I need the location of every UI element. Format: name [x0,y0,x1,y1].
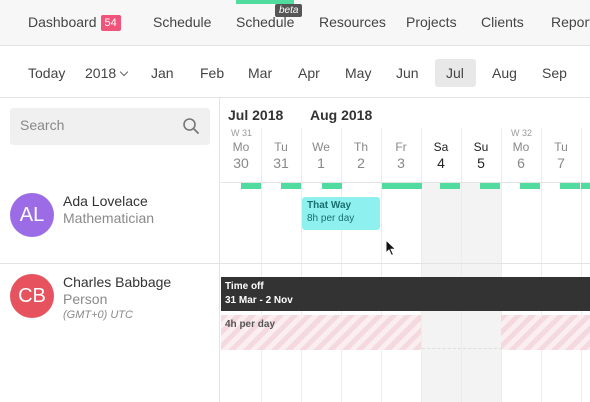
day-name: Tu [554,140,568,154]
day-name: Fr [395,140,407,154]
task-title: That Way [307,200,352,211]
day-divider [581,128,582,402]
person-timezone: (GMT+0) UTC [63,309,133,321]
nav-schedule[interactable]: Schedule [153,14,211,30]
people-panel: AL Ada Lovelace Mathematician CB Charles… [0,98,220,402]
month-sep[interactable]: Sep [542,65,567,81]
mouse-pointer-icon [385,239,397,257]
day-name: Tu [274,140,288,154]
week-number: W 32 [511,128,533,138]
row-separator [0,263,590,264]
week-number: W 31 [231,128,253,138]
day-number: 1 [317,155,325,171]
availability-bar [581,183,590,189]
day-name: Sa [433,140,449,154]
weekend-dashed-line [422,348,502,349]
dashboard-count-badge: 54 [100,15,121,31]
person-role: Person [63,291,108,307]
nav-dashboard[interactable]: Dashboard 54 [28,14,121,31]
day-header[interactable]: W 31 Mo 30 [221,128,261,171]
nav-resources[interactable]: Resources [319,14,386,30]
day-number: 6 [517,155,525,171]
day-name: We [312,140,330,154]
time-off-range: 31 Mar - 2 Nov [225,295,293,306]
month-feb[interactable]: Feb [200,65,224,81]
person-role: Mathematician [63,210,155,226]
availability-bar [440,183,460,189]
person-name: Charles Babbage [63,274,172,290]
day-number: 30 [233,155,249,171]
avatar: CB [10,274,54,318]
month-may[interactable]: May [345,65,371,81]
day-header[interactable]: We 1 [301,128,341,171]
month-aug[interactable]: Aug [492,65,517,81]
month-label-aug: Aug 2018 [310,107,373,123]
nav-reports[interactable]: Reports [551,14,590,30]
day-name: Mo [512,140,530,154]
today-button[interactable]: Today [28,65,65,81]
schedule-calendar[interactable]: Jul 2018 Aug 2018 W 31 Mo 30 Tu 31 We 1 … [221,98,590,402]
day-header[interactable]: W 32 Mo 6 [501,128,541,171]
chevron-down-icon [119,67,129,77]
month-apr[interactable]: Apr [298,65,320,81]
month-jun[interactable]: Jun [396,65,419,81]
avatar: AL [10,193,54,237]
search-box[interactable] [10,108,210,145]
month-label-jul: Jul 2018 [228,107,284,123]
capacity-hatch [501,315,590,350]
person-name: Ada Lovelace [63,193,148,209]
availability-bar [281,183,301,189]
availability-bar [480,183,500,189]
day-name: Th [353,140,368,154]
day-number: 31 [273,155,289,171]
nav-dashboard-label: Dashboard [28,14,97,30]
month-jul[interactable]: Jul [446,65,464,81]
day-header[interactable]: Sa 4 [421,128,461,171]
task-hours: 8h per day [307,213,355,224]
top-navigation: Dashboard 54 Schedule Schedule beta Resou… [0,0,590,46]
day-number: 5 [477,155,485,171]
day-header[interactable]: Th 2 [341,128,381,171]
day-number: 7 [557,155,565,171]
nav-projects[interactable]: Projects [406,14,457,30]
search-input[interactable] [20,117,170,133]
year-dropdown[interactable]: 2018 [85,65,129,81]
search-icon[interactable] [182,117,200,135]
month-jan[interactable]: Jan [151,65,174,81]
day-header[interactable]: Tu 7 [541,128,581,171]
availability-bar [241,183,261,189]
beta-badge: beta [275,4,303,17]
year-label: 2018 [85,65,117,81]
availability-bar [322,183,342,189]
capacity-label: 4h per day [225,319,276,330]
availability-bar [560,183,580,189]
day-header[interactable]: Fr 3 [381,128,421,171]
day-number: 2 [357,155,365,171]
time-off-block[interactable]: Time off 31 Mar - 2 Nov [221,277,590,311]
nav-clients[interactable]: Clients [481,14,524,30]
month-selector-bar: Today 2018 Jan Feb Mar Apr May Jun Jul A… [0,46,590,98]
day-name: Mo [232,140,250,154]
day-number: 4 [437,155,445,171]
availability-bar [520,183,540,189]
day-header[interactable]: Tu 31 [261,128,301,171]
day-number: 3 [397,155,405,171]
day-name: Su [473,140,489,154]
day-header[interactable]: Su 5 [461,128,501,171]
month-mar[interactable]: Mar [248,65,272,81]
task-block-that-way[interactable]: That Way 8h per day [302,197,380,230]
availability-bar [382,183,422,189]
time-off-title: Time off [225,281,264,292]
